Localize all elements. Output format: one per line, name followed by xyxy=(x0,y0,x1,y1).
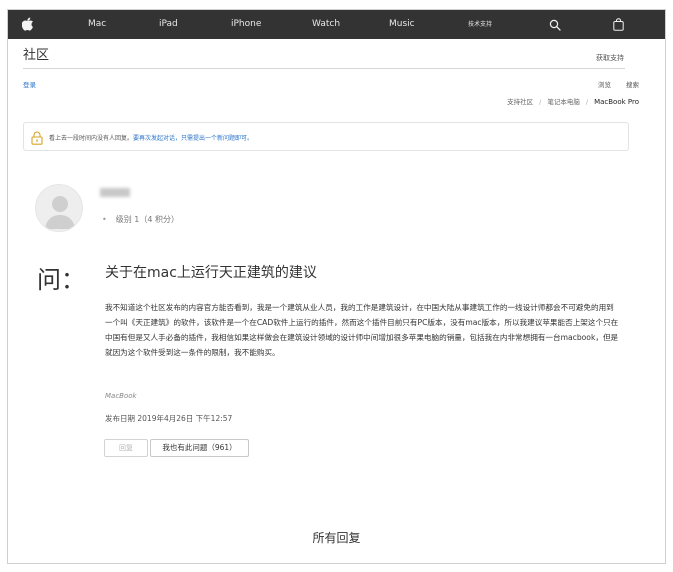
breadcrumb-separator: / xyxy=(539,98,542,106)
global-nav: Mac iPad iPhone Watch Music 技术支持 xyxy=(8,10,665,39)
breadcrumb-separator: / xyxy=(585,98,589,106)
user-level-text: 级别 1（4 积分） xyxy=(115,215,179,224)
nav-item-support[interactable]: 技术支持 xyxy=(468,10,492,39)
search-icon[interactable] xyxy=(549,19,561,31)
level-bullet: • xyxy=(102,215,107,224)
apple-logo-icon[interactable] xyxy=(22,17,34,31)
get-support-link[interactable]: 获取支持 xyxy=(596,53,624,63)
username-redacted[interactable] xyxy=(100,188,130,197)
nav-item-mac[interactable]: Mac xyxy=(88,10,106,39)
all-replies-heading: 所有回复 xyxy=(312,531,361,545)
product-tag[interactable]: MacBook xyxy=(105,392,137,400)
nav-item-watch[interactable]: Watch xyxy=(312,10,340,39)
ask-new-question-link[interactable]: 要再次发起对话，只需提出一个新问题即可。 xyxy=(133,135,253,142)
notice-text: 看上去一段时间内没有人回复。要再次发起对话，只需提出一个新问题即可。 xyxy=(49,133,253,142)
breadcrumb-community[interactable]: 支持社区 xyxy=(507,98,533,106)
archived-notice: 看上去一段时间内没有人回复。要再次发起对话，只需提出一个新问题即可。 xyxy=(23,122,629,151)
nav-item-iphone[interactable]: iPhone xyxy=(231,10,261,39)
nav-item-music[interactable]: Music xyxy=(389,10,415,39)
page-frame: Mac iPad iPhone Watch Music 技术支持 社区 获取支持… xyxy=(7,9,666,564)
shopping-bag-icon[interactable] xyxy=(613,18,624,31)
avatar[interactable] xyxy=(35,184,83,232)
breadcrumb-laptops[interactable]: 笔记本电脑 xyxy=(547,98,580,106)
question-body: 我不知道这个社区发布的内容官方能否看到，我是一个建筑从业人员，我的工作是建筑设计… xyxy=(105,303,619,357)
default-user-icon xyxy=(45,196,75,229)
post-date: 发布日期 2019年4月26日 下午12:57 xyxy=(105,414,233,423)
question-title: 关于在mac上运行天正建筑的建议 xyxy=(105,265,317,281)
header-divider xyxy=(23,68,625,69)
login-link[interactable]: 登录 xyxy=(23,79,36,89)
breadcrumb: 支持社区 / 笔记本电脑 / MacBook Pro xyxy=(507,96,639,106)
nav-item-ipad[interactable]: iPad xyxy=(159,10,178,39)
user-level: • 级别 1（4 积分） xyxy=(102,214,179,225)
reply-button[interactable]: 回复 xyxy=(104,439,148,457)
notice-message: 看上去一段时间内没有人回复。 xyxy=(49,135,134,142)
lock-icon xyxy=(31,131,43,145)
breadcrumb-macbook-pro[interactable]: MacBook Pro xyxy=(594,98,639,106)
search-link[interactable]: 搜索 xyxy=(626,79,639,89)
i-have-this-question-button[interactable]: 我也有此问题（961） xyxy=(150,439,249,457)
community-title[interactable]: 社区 xyxy=(23,44,49,63)
question-marker: 问： xyxy=(37,266,85,294)
browse-link[interactable]: 浏览 xyxy=(598,79,611,89)
